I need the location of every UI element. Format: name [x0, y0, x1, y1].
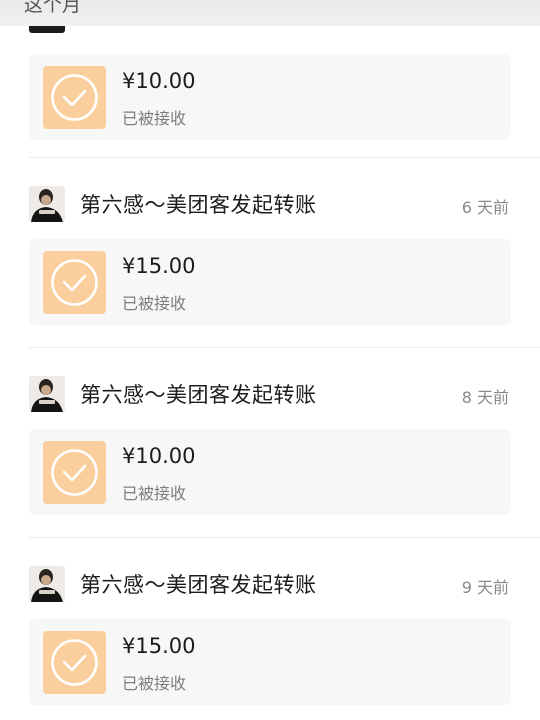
avatar[interactable] [29, 376, 65, 412]
transfer-card[interactable]: ¥15.00 已被接收 [29, 239, 511, 325]
transfer-status: 已被接收 [122, 484, 187, 503]
transfer-status: 已被接收 [122, 109, 187, 128]
record-title: 第六感～美团客发起转账 [80, 383, 317, 407]
avatar[interactable] [29, 186, 65, 222]
record-time: 6 天前 [461, 198, 509, 217]
divider [29, 157, 540, 158]
divider [29, 347, 540, 348]
month-section-header: 这个月 [0, 0, 540, 26]
transfer-amount: ¥15.00 [122, 254, 196, 278]
record-title: 第六感～美团客发起转账 [80, 573, 317, 597]
record-time: 8 天前 [461, 388, 509, 407]
transfer-record[interactable]: 第六感～美团客发起转账 8 天前 ¥10.00 已被接收 [0, 358, 540, 548]
month-label: 这个月 [24, 0, 82, 16]
check-circle-icon [43, 441, 106, 504]
check-circle-icon [43, 251, 106, 314]
transfer-amount: ¥10.00 [122, 444, 196, 468]
transfer-card[interactable]: ¥10.00 已被接收 [29, 54, 511, 140]
transfer-history-page: 这个月 ¥10.00 已被接收 第六感～美团客发起转账 6 天前 ¥15.00 … [0, 0, 540, 720]
transfer-amount: ¥10.00 [122, 69, 196, 93]
check-circle-icon [43, 66, 106, 129]
check-circle-icon [43, 631, 106, 694]
transfer-record[interactable]: 第六感～美团客发起转账 9 天前 ¥15.00 已被接收 [0, 548, 540, 720]
transfer-record[interactable]: 第六感～美团客发起转账 6 天前 ¥15.00 已被接收 [0, 168, 540, 358]
record-time: 9 天前 [461, 578, 509, 597]
transfer-card[interactable]: ¥15.00 已被接收 [29, 619, 511, 705]
transfer-card[interactable]: ¥10.00 已被接收 [29, 429, 511, 515]
record-title: 第六感～美团客发起转账 [80, 193, 317, 217]
avatar[interactable] [29, 566, 65, 602]
transfer-status: 已被接收 [122, 674, 187, 693]
divider [29, 537, 540, 538]
transfer-status: 已被接收 [122, 294, 187, 313]
transfer-amount: ¥15.00 [122, 634, 196, 658]
